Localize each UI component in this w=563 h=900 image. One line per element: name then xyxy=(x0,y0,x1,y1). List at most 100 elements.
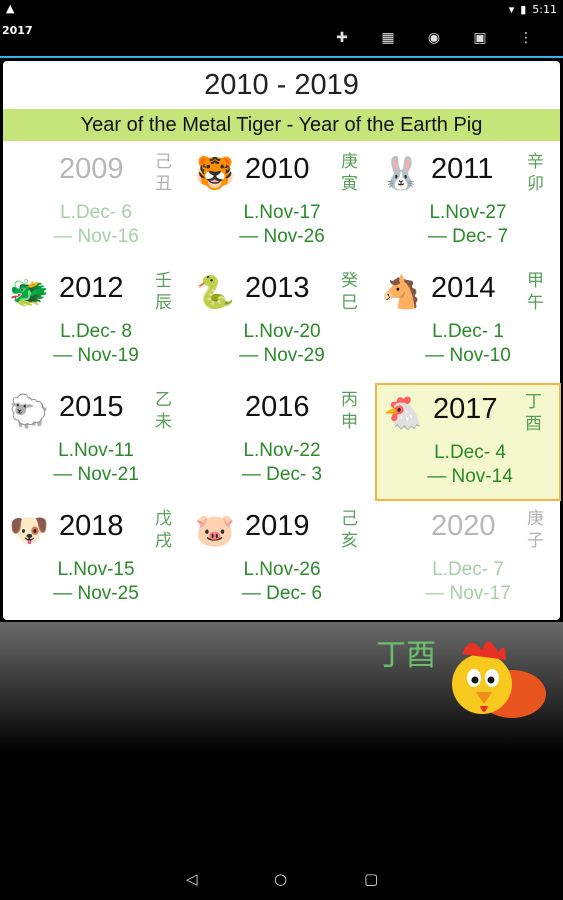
back-icon[interactable]: ◁ xyxy=(186,870,198,888)
earthly-branch: 辰 xyxy=(155,293,172,313)
lunar-end-date: — Nov-10 xyxy=(425,345,511,366)
decade-card: 2010 - 2019 Year of the Metal Tiger - Ye… xyxy=(3,61,561,620)
year-cell[interactable]: 🐷 2019 己亥 L.Nov-26 — Dec- 6 xyxy=(189,502,375,620)
lunar-date-range: L.Dec- 8 — Nov-19 xyxy=(3,320,189,368)
heavenly-stem: 壬 xyxy=(155,271,172,291)
status-bar: ▲ ▾ ▮ 5:11 xyxy=(0,0,563,20)
zodiac-animal-icon: 🐭 xyxy=(384,511,418,549)
earthly-branch: 亥 xyxy=(341,531,358,551)
app-bar: 2017 ✚ ▦ ◉ ▣ ⋮ xyxy=(0,20,563,58)
lunar-start-date: L.Dec- 8 xyxy=(60,321,132,342)
ganzhi-label: 壬辰 xyxy=(155,270,175,314)
image-icon[interactable]: ▣ xyxy=(457,26,503,50)
lunar-end-date: — Nov-19 xyxy=(53,345,139,366)
year-label: 2018 xyxy=(59,510,124,542)
decade-title: 2010 - 2019 xyxy=(204,69,359,101)
heavenly-stem: 丙 xyxy=(341,390,358,410)
lunar-end-date: — Dec- 3 xyxy=(241,464,323,485)
battery-icon: ▮ xyxy=(520,3,527,16)
lunar-date-range: L.Nov-15 — Nov-25 xyxy=(3,558,189,606)
ganzhi-label: 丁酉 xyxy=(525,391,545,435)
heavenly-stem: 己 xyxy=(155,152,172,172)
heavenly-stem: 乙 xyxy=(155,390,172,410)
translate-icon[interactable]: ✚ xyxy=(319,26,365,50)
zodiac-animal-icon: 🐵 xyxy=(196,392,234,430)
eye-icon[interactable]: ◉ xyxy=(411,26,457,50)
lunar-end-date: — Nov-29 xyxy=(239,345,325,366)
year-label: 2020 xyxy=(431,510,496,542)
year-cell[interactable]: 🐔 2017 丁酉 L.Dec- 4 — Nov-14 xyxy=(375,383,561,501)
zodiac-animal-icon: 🐷 xyxy=(195,511,235,549)
year-cell[interactable]: 🐴 2014 甲午 L.Dec- 1 — Nov-10 xyxy=(375,264,561,382)
year-cell[interactable]: 🐮 2009 己丑 L.Dec- 6 — Nov-16 xyxy=(3,145,189,263)
ganzhi-label: 甲午 xyxy=(527,270,547,314)
lunar-date-range: L.Dec- 7 — Nov-17 xyxy=(375,558,561,606)
lunar-end-date: — Dec- 7 xyxy=(427,226,509,247)
heavenly-stem: 戊 xyxy=(155,509,172,529)
lunar-date-range: L.Dec- 1 — Nov-10 xyxy=(375,320,561,368)
ganzhi-label: 丙申 xyxy=(341,389,361,433)
earthly-branch: 子 xyxy=(527,531,544,551)
lunar-end-date: — Nov-14 xyxy=(427,466,513,487)
year-cell[interactable]: 🐭 2020 庚子 L.Dec- 7 — Nov-17 xyxy=(375,502,561,620)
year-label: 2011 xyxy=(431,153,494,185)
lunar-date-range: L.Nov-27 — Dec- 7 xyxy=(375,201,561,249)
lunar-end-date: — Dec- 6 xyxy=(241,583,323,604)
ganzhi-label: 己丑 xyxy=(155,151,175,195)
earthly-branch: 午 xyxy=(527,293,544,313)
heavenly-stem: 庚 xyxy=(341,152,358,172)
zodiac-animal-icon: 🐰 xyxy=(381,154,421,192)
heavenly-stem: 辛 xyxy=(527,152,544,172)
lunar-end-date: — Nov-17 xyxy=(425,583,511,604)
rooster-icon xyxy=(452,641,546,718)
earthly-branch: 卯 xyxy=(527,174,544,194)
lunar-end-date: — Nov-25 xyxy=(53,583,139,604)
lunar-date-range: L.Nov-26 — Dec- 6 xyxy=(189,558,375,606)
lunar-date-range: L.Nov-11 — Nov-21 xyxy=(3,439,189,487)
ganzhi-label: 己亥 xyxy=(341,508,361,552)
lunar-end-date: — Nov-21 xyxy=(53,464,139,485)
year-label: 2017 xyxy=(433,393,498,425)
year-cell[interactable]: 🐍 2013 癸巳 L.Nov-20 — Nov-29 xyxy=(189,264,375,382)
calendar-icon[interactable]: ▦ xyxy=(365,26,411,50)
bottom-banner: 丁酉 xyxy=(0,622,563,752)
lunar-start-date: L.Nov-20 xyxy=(243,321,321,342)
year-cell[interactable]: 🐰 2011 辛卯 L.Nov-27 — Dec- 7 xyxy=(375,145,561,263)
lunar-start-date: L.Dec- 7 xyxy=(432,559,504,580)
lunar-start-date: L.Dec- 1 xyxy=(432,321,504,342)
zodiac-animal-icon: 🐍 xyxy=(195,273,235,311)
lunar-date-range: L.Nov-20 — Nov-29 xyxy=(189,320,375,368)
current-year-ganzhi: 丁酉 xyxy=(376,638,436,673)
lunar-start-date: L.Nov-26 xyxy=(243,559,321,580)
lunar-date-range: L.Dec- 4 — Nov-14 xyxy=(377,441,563,489)
year-label: 2016 xyxy=(245,391,310,423)
ganzhi-label: 庚子 xyxy=(527,508,547,552)
lunar-end-date: — Nov-16 xyxy=(53,226,139,247)
lunar-date-range: L.Dec- 6 — Nov-16 xyxy=(3,201,189,249)
year-label: 2013 xyxy=(245,272,310,304)
lunar-start-date: L.Nov-11 xyxy=(58,440,134,461)
lunar-date-range: L.Nov-17 — Nov-26 xyxy=(189,201,375,249)
year-cell[interactable]: 🐵 2016 丙申 L.Nov-22 — Dec- 3 xyxy=(189,383,375,501)
ganzhi-label: 戊戌 xyxy=(155,508,175,552)
zodiac-animal-icon: 🐮 xyxy=(10,154,48,192)
recents-icon[interactable]: ▢ xyxy=(364,870,378,888)
year-cell[interactable]: 🐶 2018 戊戌 L.Nov-15 — Nov-25 xyxy=(3,502,189,620)
lunar-start-date: L.Nov-17 xyxy=(243,202,321,223)
earthly-branch: 戌 xyxy=(155,531,172,551)
zodiac-animal-icon: 🐶 xyxy=(9,511,49,549)
zodiac-animal-icon: 🐲 xyxy=(9,273,49,311)
heavenly-stem: 丁 xyxy=(525,392,542,412)
app-title: 2017 xyxy=(2,24,33,37)
ganzhi-label: 辛卯 xyxy=(527,151,547,195)
zodiac-animal-icon: 🐴 xyxy=(381,273,421,311)
year-cell[interactable]: 🐯 2010 庚寅 L.Nov-17 — Nov-26 xyxy=(189,145,375,263)
lunar-start-date: L.Nov-27 xyxy=(429,202,507,223)
earthly-branch: 未 xyxy=(155,412,172,432)
year-cell[interactable]: 🐲 2012 壬辰 L.Dec- 8 — Nov-19 xyxy=(3,264,189,382)
home-icon[interactable]: ○ xyxy=(274,870,287,888)
heavenly-stem: 癸 xyxy=(341,271,358,291)
heavenly-stem: 庚 xyxy=(527,509,544,529)
year-cell[interactable]: 🐑 2015 乙未 L.Nov-11 — Nov-21 xyxy=(3,383,189,501)
overflow-menu-icon[interactable]: ⋮ xyxy=(503,26,549,50)
